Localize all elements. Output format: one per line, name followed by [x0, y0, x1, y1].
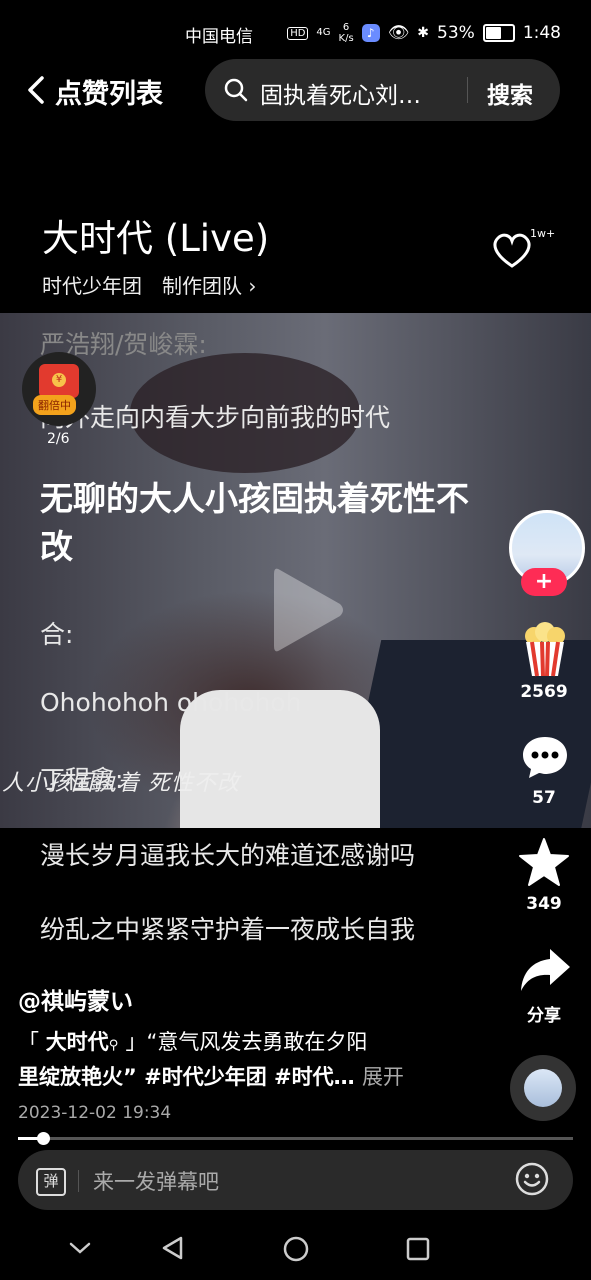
share-icon[interactable]: [518, 947, 572, 993]
lyric-line-5: 漫长岁月逼我长大的难道还感谢吗: [40, 841, 416, 870]
credits-link[interactable]: 制作团队 ›: [162, 270, 256, 299]
chevron-left-icon[interactable]: [18, 70, 58, 110]
eye-icon: 👁: [387, 23, 410, 43]
heart-icon[interactable]: [490, 230, 534, 270]
red-packet-progress: 2/6: [47, 431, 70, 447]
play-icon[interactable]: [260, 560, 350, 660]
description-line-2: 里绽放艳火” #时代少年团 #时代… 展开: [18, 1061, 404, 1091]
status-bar: 中国电信 HD 4G 6 K/s ♪ 👁 ✱ 53% 1:48: [0, 0, 591, 62]
net-speed-value: 6: [342, 22, 350, 33]
danmaku-toggle[interactable]: 弹: [36, 1168, 66, 1196]
lyric-part: 合:: [40, 620, 74, 649]
emoji-icon[interactable]: [515, 1162, 549, 1196]
status-icons: HD 4G 6 K/s ♪ 👁 ✱ 53% 1:48: [287, 22, 561, 44]
popcorn-icon[interactable]: [520, 622, 570, 678]
video-progress-bar[interactable]: [18, 1132, 573, 1145]
artist-link[interactable]: 时代少年团: [42, 270, 142, 299]
hd-icon: HD: [287, 26, 309, 40]
back-triangle-icon[interactable]: [160, 1235, 186, 1261]
song-subtitle: 时代少年团 制作团队 ›: [42, 270, 256, 299]
search-bar[interactable]: 固执着死心刘… 搜索: [205, 59, 560, 121]
star-icon[interactable]: [518, 837, 570, 887]
lyric-current: 无聊的大人小孩固执着死性不改: [40, 479, 469, 566]
search-query[interactable]: 固执着死心刘…: [260, 76, 421, 110]
yen-icon: ¥: [52, 373, 66, 387]
desc-prefix: 「: [18, 1030, 39, 1054]
search-button[interactable]: 搜索: [487, 76, 533, 110]
danmaku-input[interactable]: 来一发弹幕吧: [93, 1166, 219, 1196]
follow-button[interactable]: +: [521, 568, 567, 596]
music-disc[interactable]: [510, 1055, 576, 1121]
music-icon: ♪: [361, 24, 380, 42]
share-label: 分享: [527, 1006, 561, 1026]
topic-link[interactable]: 大时代⚲: [46, 1030, 126, 1054]
lyric-line-4: 丁程鑫:: [40, 765, 124, 794]
expand-link[interactable]: 展开: [362, 1065, 404, 1089]
comment-count: 57: [532, 788, 556, 808]
red-packet-badge: 翻倍中: [33, 395, 76, 415]
battery-percent: 53%: [437, 23, 475, 43]
favorite-count: 349: [526, 894, 562, 914]
topic-label: 大时代: [45, 1030, 109, 1054]
author-name[interactable]: @祺屿蒙い: [18, 982, 133, 1016]
song-title: 大时代 (Live): [42, 217, 270, 260]
net-speed-unit: K/s: [338, 33, 354, 44]
search-divider: [467, 77, 468, 103]
search-icon: ⚲: [108, 1038, 119, 1053]
lyric-line-6: 纷乱之中紧紧守护着一夜成长自我: [40, 915, 416, 944]
carrier-label: 中国电信: [185, 27, 253, 47]
chevron-right-icon: ›: [248, 274, 257, 298]
search-icon: [224, 78, 248, 102]
page-title: 点赞列表: [55, 79, 163, 110]
popcorn-count: 2569: [520, 682, 568, 702]
signal-icon: 4G: [316, 27, 331, 38]
danmaku-divider: [78, 1170, 79, 1192]
system-nav-bar: [0, 1220, 591, 1280]
like-count: 1w+: [530, 227, 556, 240]
battery-icon: [482, 24, 515, 42]
home-circle-icon[interactable]: [282, 1235, 310, 1263]
recents-square-icon[interactable]: [405, 1236, 431, 1262]
net-speed: 6 K/s: [339, 22, 354, 44]
post-date: 2023-12-02 19:34: [18, 1103, 172, 1123]
description-line-1: 「 大时代⚲ 」“意气风发去勇敢在夕阳: [18, 1026, 367, 1056]
disc-cover: [524, 1069, 562, 1107]
danmaku-input-bar[interactable]: 弹 来一发弹幕吧: [18, 1150, 573, 1210]
desc-text: 里绽放艳火” #时代少年团 #时代…: [18, 1065, 355, 1089]
comment-icon[interactable]: [520, 733, 570, 781]
chevron-down-icon[interactable]: [68, 1240, 92, 1256]
progress-handle[interactable]: [36, 1132, 50, 1145]
bluetooth-icon: ✱: [417, 25, 430, 41]
lyric-line-3: Ohohohoh ohohohoh: [40, 688, 302, 717]
red-packet-icon: ¥: [39, 364, 79, 398]
desc-suffix: 」“意气风发去勇敢在夕阳: [125, 1030, 368, 1054]
credits-label: 制作团队: [162, 274, 242, 298]
clock: 1:48: [522, 23, 561, 43]
